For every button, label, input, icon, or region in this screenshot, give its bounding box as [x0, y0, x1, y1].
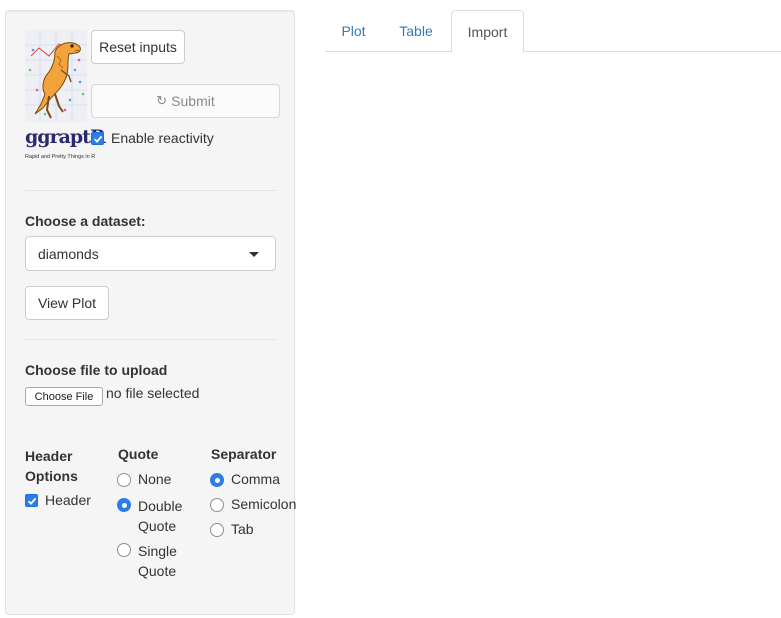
submit-label: Submit: [171, 93, 215, 109]
dinosaur-logo-icon: [25, 30, 87, 122]
separator-title: Separator: [211, 446, 277, 462]
caret-down-icon: [249, 252, 259, 257]
divider: [25, 190, 276, 191]
quote-single-radio[interactable]: [117, 543, 131, 557]
header-options-title-line1: Header: [25, 448, 73, 464]
upload-label: Choose file to upload: [25, 362, 168, 378]
enable-reactivity-label: Enable reactivity: [111, 130, 214, 146]
sidebar-panel: ggraptR Rapid and Pretty Things in R Res…: [5, 10, 297, 615]
choose-file-label: Choose File: [34, 390, 94, 403]
separator-semicolon-radio[interactable]: [210, 498, 224, 512]
checkmark-icon: [93, 135, 102, 143]
quote-double-radio[interactable]: [117, 498, 131, 512]
logo-wordmark: ggraptR: [25, 126, 106, 148]
dataset-select[interactable]: diamonds: [25, 236, 276, 271]
tab-table-label: Table: [399, 23, 433, 39]
tab-plot[interactable]: Plot: [325, 10, 382, 52]
quote-single-line1: Single: [138, 543, 177, 559]
logo-tagline: Rapid and Pretty Things in R: [25, 154, 96, 160]
tab-table[interactable]: Table: [385, 10, 447, 52]
tab-content-area: [325, 53, 781, 618]
header-options-title: Header Options: [25, 446, 78, 486]
tab-import[interactable]: Import: [451, 10, 524, 53]
divider: [25, 339, 276, 340]
quote-none-label: None: [138, 471, 172, 487]
header-checkbox[interactable]: [25, 494, 38, 507]
quote-single-label: Single Quote: [138, 541, 177, 581]
separator-tab-label: Tab: [231, 521, 254, 537]
quote-none-radio[interactable]: [117, 473, 131, 487]
dataset-label: Choose a dataset:: [25, 213, 146, 229]
separator-comma-radio[interactable]: [210, 473, 224, 487]
quote-double-line1: Double: [138, 498, 183, 514]
ggraptr-logo: ggraptR Rapid and Pretty Things in R: [25, 30, 106, 172]
refresh-icon: ↻: [156, 93, 168, 108]
tab-plot-label: Plot: [341, 23, 366, 39]
dataset-value: diamonds: [38, 245, 99, 262]
reset-inputs-button[interactable]: Reset inputs: [91, 30, 185, 64]
view-plot-label: View Plot: [37, 295, 97, 311]
header-options-title-line2: Options: [25, 468, 78, 484]
separator-tab-radio[interactable]: [210, 523, 224, 537]
quote-title: Quote: [118, 446, 159, 462]
header-checkbox-label: Header: [45, 492, 91, 508]
separator-comma-label: Comma: [231, 471, 281, 487]
submit-button[interactable]: ↻ Submit: [91, 84, 280, 118]
choose-file-button[interactable]: Choose File: [25, 387, 103, 406]
main-tabs: Plot Table Import: [325, 0, 781, 53]
no-file-status: no file selected: [106, 385, 200, 401]
quote-double-label: Double Quote: [138, 496, 182, 536]
tab-import-label: Import: [467, 23, 508, 40]
view-plot-button[interactable]: View Plot: [25, 286, 109, 320]
quote-double-line2: Quote: [138, 518, 177, 534]
checkmark-icon: [27, 497, 36, 505]
enable-reactivity-checkbox[interactable]: [91, 132, 104, 145]
reset-inputs-label: Reset inputs: [99, 39, 177, 55]
separator-semicolon-label: Semicolon: [231, 496, 297, 512]
quote-single-line2: Quote: [138, 563, 177, 579]
